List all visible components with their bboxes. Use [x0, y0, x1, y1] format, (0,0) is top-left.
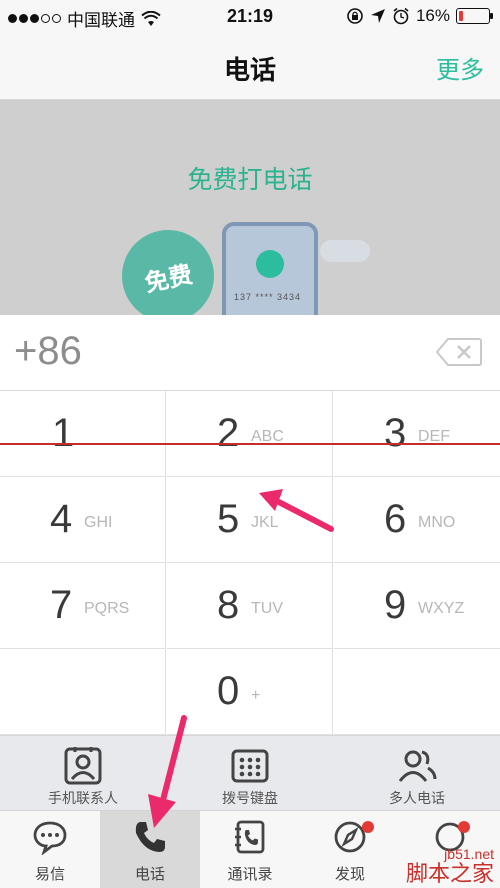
chat-bubble-icon: [33, 821, 67, 855]
key-digit: 4: [50, 497, 73, 541]
key-digit: 2: [217, 411, 240, 455]
tab-discover[interactable]: 发现: [300, 811, 400, 888]
cloud-illustration: [320, 240, 370, 262]
annotation-line: [0, 443, 500, 445]
page-title: 电话: [223, 55, 276, 85]
navigation-bar: 电话 更多: [0, 32, 500, 100]
location-arrow-icon: [370, 9, 385, 23]
key-7[interactable]: 7 PQRS: [0, 563, 166, 649]
group-icon: [398, 750, 437, 782]
key-letters: +: [251, 687, 261, 704]
discover-badge: [362, 821, 374, 833]
key-digit: 3: [384, 411, 407, 455]
rotation-lock-icon: [347, 8, 363, 24]
dialed-number: +86: [14, 329, 82, 373]
tab-contacts-label: 通讯录: [227, 866, 273, 883]
status-right: 16%: [346, 6, 493, 26]
battery-percent: 16%: [415, 6, 450, 25]
key-8[interactable]: 8 TUV: [167, 563, 333, 649]
more-badge: [458, 821, 470, 833]
battery-icon: [456, 8, 493, 24]
key-letters: MNO: [418, 514, 456, 531]
action-bar: 手机联系人 拨号键盘 多人电话: [0, 735, 500, 810]
key-digit: 7: [50, 583, 73, 627]
alarm-icon: [393, 7, 409, 25]
annotation-arrow-icon: [259, 489, 334, 532]
group-call-button[interactable]: 多人电话: [334, 736, 500, 811]
watermark-site: jb51.net: [444, 846, 494, 862]
key-digit: 9: [384, 583, 407, 627]
key-2[interactable]: 2 ABC: [167, 391, 333, 477]
more-button[interactable]: 更多: [436, 50, 484, 85]
tab-yixin-label: 易信: [34, 866, 65, 883]
bubble-text: 免费: [142, 260, 195, 298]
key-empty: [334, 649, 500, 735]
tab-contacts[interactable]: 通讯录: [200, 811, 300, 888]
keypad-icon: [231, 749, 269, 783]
contact-card-icon: [64, 747, 102, 785]
backspace-icon[interactable]: [436, 337, 482, 367]
group-call-label: 多人电话: [389, 790, 445, 806]
phone-illustration-digits: 137 **** 3434: [234, 292, 302, 302]
call-illustration-icon: [256, 250, 284, 278]
banner-title: 免费打电话: [187, 166, 313, 194]
key-digit: 6: [384, 497, 407, 541]
tab-yixin[interactable]: 易信: [0, 811, 100, 888]
annotation-arrow-icon: [148, 715, 187, 828]
watermark: jb51.net 脚本之家: [406, 846, 494, 886]
key-1[interactable]: 1: [0, 391, 166, 477]
tab-phone-label: 电话: [134, 866, 165, 883]
key-digit: 5: [217, 497, 240, 541]
tab-discover-label: 发现: [334, 866, 365, 883]
watermark-name: 脚本之家: [405, 861, 494, 886]
key-digit: 1: [52, 411, 75, 455]
key-digit: 0: [217, 669, 240, 713]
key-6[interactable]: 6 MNO: [334, 477, 500, 563]
key-letters: WXYZ: [418, 600, 465, 617]
address-book-icon: [235, 820, 265, 854]
key-9[interactable]: 9 WXYZ: [334, 563, 500, 649]
key-4[interactable]: 4 GHI: [0, 477, 166, 563]
key-letters: TUV: [251, 600, 283, 617]
status-bar: 中国联通 21:19 16%: [0, 0, 500, 32]
key-letters: PQRS: [84, 600, 130, 617]
phone-illustration: 137 **** 3434: [222, 222, 318, 315]
key-digit: 8: [217, 583, 240, 627]
key-letters: GHI: [84, 514, 113, 531]
battery-fill: [459, 11, 464, 21]
free-bubble-illustration: 免费: [113, 221, 223, 315]
free-call-banner[interactable]: 免费打电话 免费 137 **** 3434: [0, 100, 500, 315]
key-3[interactable]: 3 DEF: [334, 391, 500, 477]
number-display: +86: [0, 315, 500, 391]
